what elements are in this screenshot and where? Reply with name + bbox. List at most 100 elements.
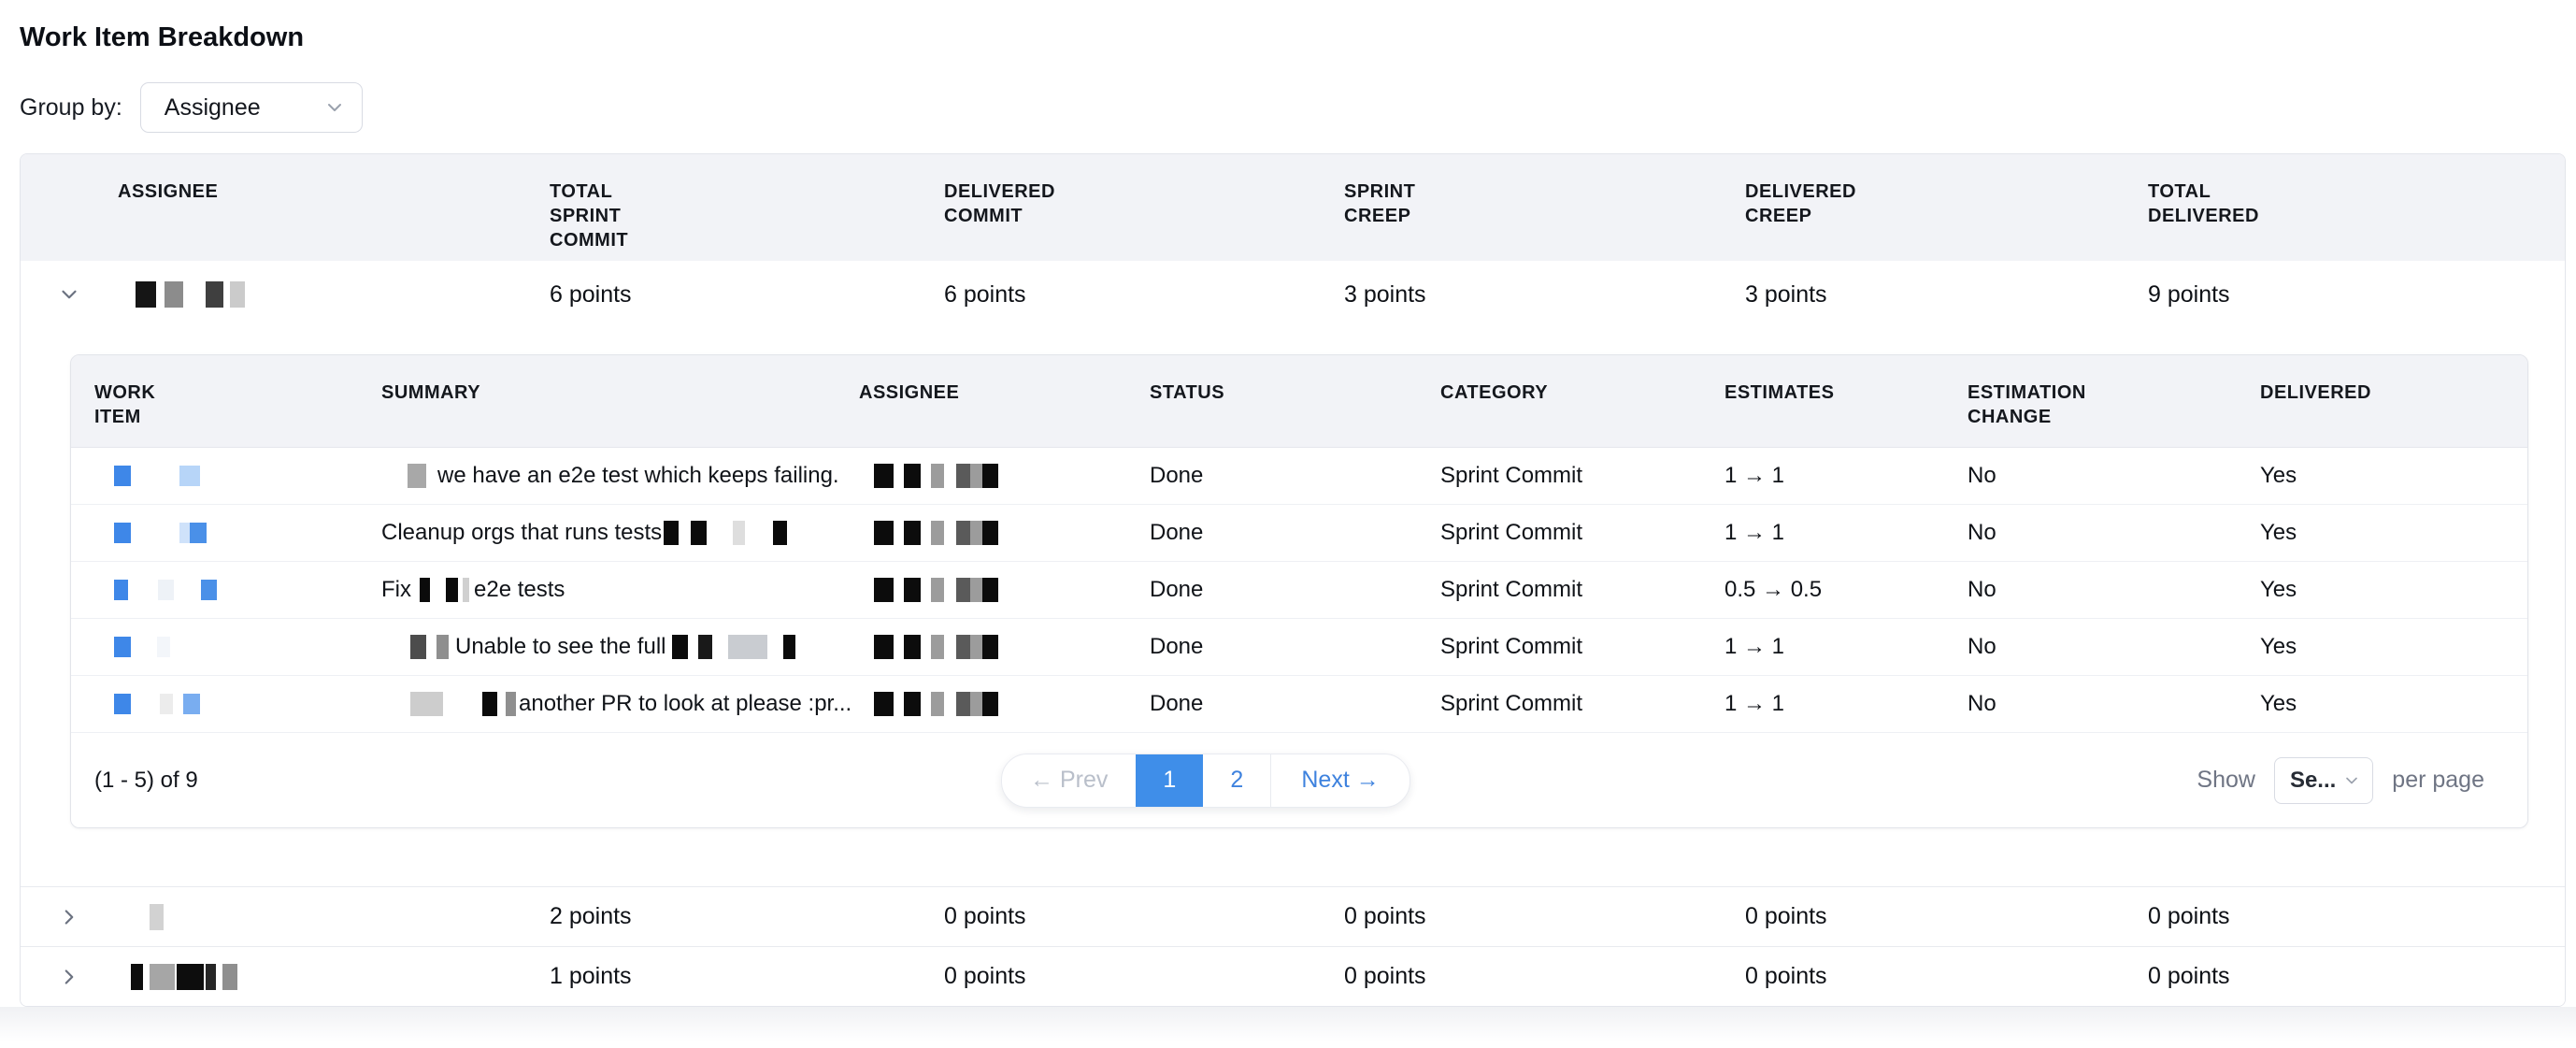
redacted-text-block bbox=[970, 635, 982, 659]
total-sprint-commit-value: 2 points bbox=[550, 903, 944, 930]
redacted-text-block bbox=[874, 635, 894, 659]
column-header-status: STATUS bbox=[1150, 355, 1440, 447]
prev-page-button[interactable]: ← Prev bbox=[1002, 754, 1136, 807]
delivered-cell: Yes bbox=[2260, 676, 2527, 732]
page-button-1[interactable]: 1 bbox=[1136, 754, 1203, 807]
next-page-button[interactable]: Next → bbox=[1271, 754, 1409, 807]
summary-text: Cleanup orgs that runs tests bbox=[381, 520, 662, 546]
work-item-type-icon bbox=[114, 694, 131, 714]
delivered-cell: Yes bbox=[2260, 448, 2527, 504]
summary-cell: Cleanup orgs that runs tests bbox=[381, 505, 859, 561]
redacted-assignee-name bbox=[117, 281, 245, 308]
estimation-change-cell: No bbox=[1968, 676, 2260, 732]
delivered-creep-value: 0 points bbox=[1745, 963, 2148, 990]
pagination-range: (1 - 5) of 9 bbox=[94, 768, 198, 794]
redacted-text-block bbox=[956, 635, 970, 659]
work-item-breakdown-page: Work Item Breakdown Group by: Assignee A… bbox=[0, 0, 2576, 1048]
redacted-text-block bbox=[728, 635, 767, 659]
summary-text: Unable to see the full bbox=[455, 634, 665, 660]
chevron-down-icon bbox=[2342, 771, 2361, 790]
redacted-text-block bbox=[931, 692, 944, 716]
column-header-total-sprint-commit: TOTAL SPRINT COMMIT bbox=[550, 154, 944, 261]
page-button-2[interactable]: 2 bbox=[1203, 754, 1270, 807]
work-item-cell bbox=[71, 505, 381, 561]
chevron-right-icon[interactable] bbox=[57, 965, 81, 989]
redacted-text-block bbox=[733, 521, 745, 545]
assignee-group-cell bbox=[21, 964, 550, 990]
page-size-select[interactable]: Se... bbox=[2274, 757, 2373, 804]
assignee-group-row[interactable]: 6 points6 points3 points3 points9 points bbox=[21, 261, 2565, 328]
assignee-cell bbox=[859, 505, 1150, 561]
redacted-text-block bbox=[931, 635, 944, 659]
delivered-commit-value: 0 points bbox=[944, 963, 1344, 990]
redacted-text-block bbox=[970, 692, 982, 716]
delivered-cell: Yes bbox=[2260, 505, 2527, 561]
work-item-type-icon bbox=[160, 694, 173, 714]
redacted-text-block bbox=[410, 692, 443, 716]
redacted-text-block bbox=[420, 578, 430, 602]
category-cell: Sprint Commit bbox=[1440, 676, 1724, 732]
assignee-cell bbox=[859, 619, 1150, 675]
total-sprint-commit-value: 1 points bbox=[550, 963, 944, 990]
chevron-right-icon[interactable] bbox=[57, 905, 81, 929]
redacted-text-block bbox=[783, 635, 795, 659]
column-header-work-item: WORK ITEM bbox=[71, 355, 381, 447]
category-cell: Sprint Commit bbox=[1440, 505, 1724, 561]
assignee-cell bbox=[859, 562, 1150, 618]
work-item-type-icon bbox=[114, 523, 131, 543]
redacted-text-block bbox=[150, 964, 175, 990]
redacted-text-block bbox=[982, 692, 998, 716]
work-item-row: Fixe2e testsDoneSprint Commit0.5 → 0.5No… bbox=[71, 561, 2527, 618]
redacted-text-block bbox=[874, 521, 894, 545]
summary-text: Fix bbox=[381, 577, 411, 603]
work-item-type-icon bbox=[158, 580, 174, 600]
redacted-text-block bbox=[672, 635, 688, 659]
status-cell: Done bbox=[1150, 676, 1440, 732]
redacted-text-block bbox=[931, 464, 944, 488]
redacted-text-block bbox=[165, 281, 183, 308]
redacted-text-block bbox=[956, 464, 970, 488]
redacted-text-block bbox=[177, 964, 204, 990]
estimation-change-cell: No bbox=[1968, 448, 2260, 504]
delivered-creep-value: 3 points bbox=[1745, 281, 2148, 309]
delivered-commit-value: 6 points bbox=[944, 281, 1344, 309]
redacted-text-block bbox=[136, 281, 156, 308]
group-by-select[interactable]: Assignee bbox=[140, 82, 363, 133]
column-header-delivered-commit: DELIVERED COMMIT bbox=[944, 154, 1344, 261]
estimates-cell: 1 → 1 bbox=[1724, 505, 1968, 561]
work-item-type-icon bbox=[190, 523, 207, 543]
category-cell: Sprint Commit bbox=[1440, 448, 1724, 504]
redacted-text-block bbox=[904, 464, 921, 488]
column-header-estimates: ESTIMATES bbox=[1724, 355, 1968, 447]
summary-text: e2e tests bbox=[474, 577, 565, 603]
redacted-text-block bbox=[904, 578, 921, 602]
redacted-text-block bbox=[874, 464, 894, 488]
redacted-text-block bbox=[206, 964, 216, 990]
work-item-type-icon bbox=[183, 694, 200, 714]
column-header-total-delivered: TOTAL DELIVERED bbox=[2148, 154, 2565, 261]
assignee-group-row[interactable]: 2 points0 points0 points0 points0 points bbox=[21, 886, 2565, 946]
sprint-creep-value: 0 points bbox=[1344, 903, 1745, 930]
assignee-cell bbox=[859, 448, 1150, 504]
redacted-text-block bbox=[956, 521, 970, 545]
column-header-summary: SUMMARY bbox=[381, 355, 859, 447]
delivered-cell: Yes bbox=[2260, 619, 2527, 675]
work-item-breakdown-table: ASSIGNEETOTAL SPRINT COMMITDELIVERED COM… bbox=[20, 153, 2566, 1007]
summary-cell: we have an e2e test which keeps failing. bbox=[381, 448, 859, 504]
summary-text: another PR to look at please :pr... bbox=[519, 691, 852, 717]
total-sprint-commit-value: 6 points bbox=[550, 281, 944, 309]
assignee-group-row[interactable]: 1 points0 points0 points0 points0 points bbox=[21, 946, 2565, 1006]
redacted-text-block bbox=[874, 578, 894, 602]
sprint-creep-value: 0 points bbox=[1344, 963, 1745, 990]
work-item-cell bbox=[71, 448, 381, 504]
chevron-down-icon[interactable] bbox=[57, 282, 81, 307]
total-delivered-value: 9 points bbox=[2148, 281, 2565, 309]
summary-cell: Fix e2e tests bbox=[381, 562, 859, 618]
page-bottom-fade bbox=[0, 1007, 2576, 1048]
status-cell: Done bbox=[1150, 619, 1440, 675]
redacted-text-block bbox=[206, 281, 223, 308]
category-cell: Sprint Commit bbox=[1440, 562, 1724, 618]
estimates-cell: 1 → 1 bbox=[1724, 676, 1968, 732]
estimates-cell: 1 → 1 bbox=[1724, 448, 1968, 504]
estimation-change-cell: No bbox=[1968, 505, 2260, 561]
